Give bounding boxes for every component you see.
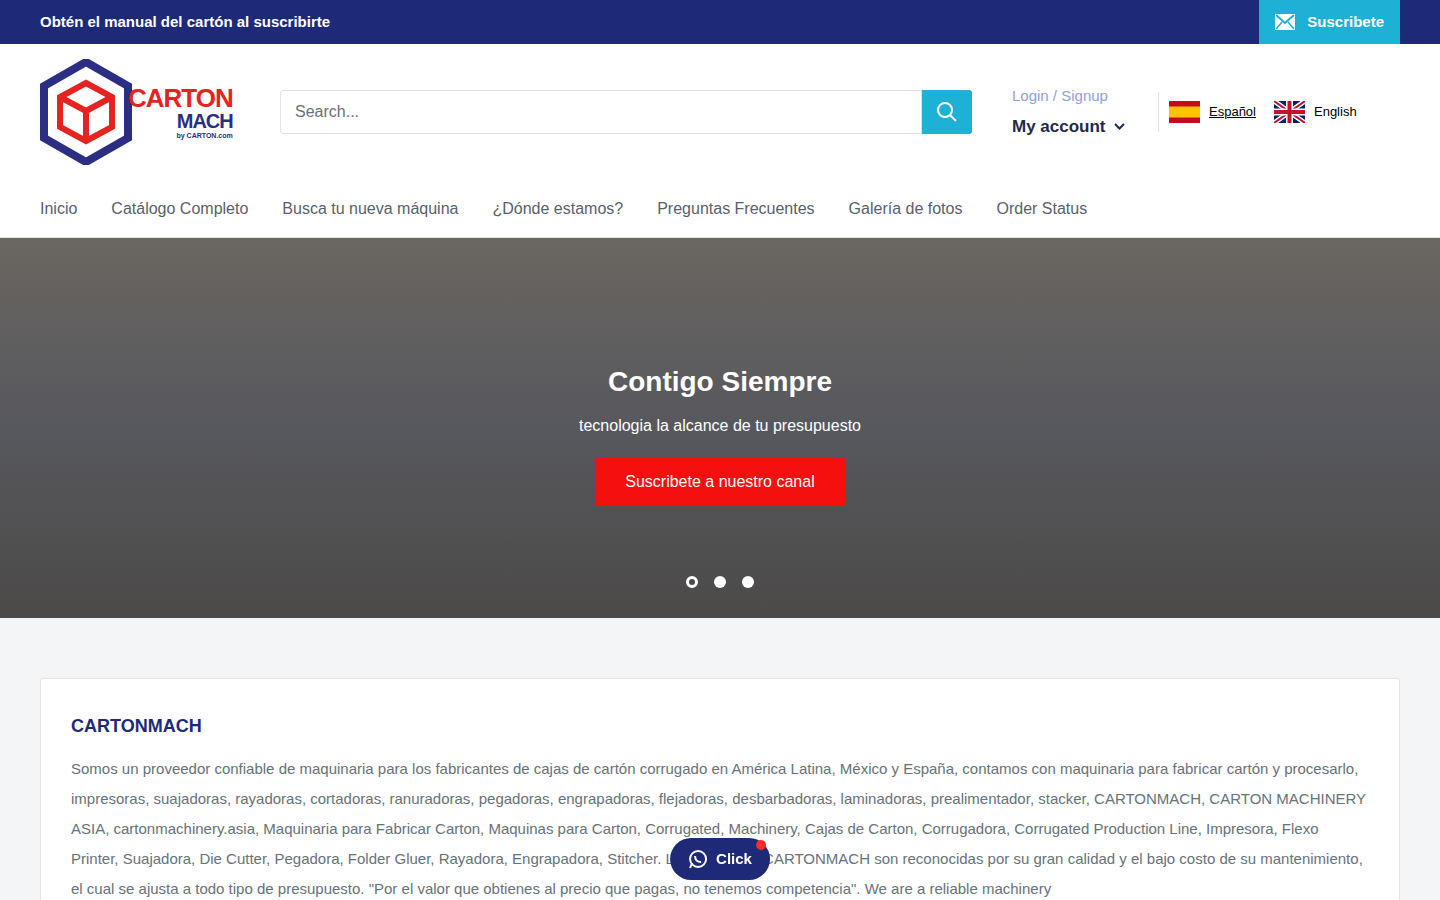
nav-link[interactable]: Busca tu nueva máquina	[282, 197, 458, 221]
spain-flag-icon	[1169, 101, 1200, 123]
whatsapp-button[interactable]: Click	[670, 838, 770, 880]
hero-button[interactable]: Suscribete a nuestro canal	[595, 458, 844, 506]
cube-logo-icon	[40, 59, 132, 165]
header: CARTON MACH by CARTON.com Login / Signup…	[0, 44, 1440, 180]
logo-text: CARTON	[128, 85, 233, 111]
nav-link[interactable]: Preguntas Frecuentes	[657, 197, 814, 221]
login-link[interactable]: Login / Signup	[1012, 85, 1142, 108]
uk-flag-icon	[1274, 101, 1305, 123]
language-switcher: Español English	[1169, 101, 1357, 123]
nav-link[interactable]: Catálogo Completo	[111, 197, 248, 221]
whatsapp-icon	[688, 849, 708, 869]
nav-link[interactable]: ¿Dónde estamos?	[492, 197, 623, 221]
slider-dot[interactable]	[686, 576, 698, 588]
main-nav: Inicio Catálogo Completo Busca tu nueva má…	[0, 180, 1440, 238]
logo[interactable]: CARTON MACH by CARTON.com	[40, 59, 240, 165]
search-input[interactable]	[280, 90, 922, 134]
subscribe-button[interactable]: Suscribete	[1259, 0, 1400, 44]
mail-icon	[1275, 14, 1295, 30]
search-icon	[936, 101, 958, 123]
language-option[interactable]: Español	[1169, 101, 1256, 123]
hero-slider: Contigo Siempre tecnologia la alcance de…	[0, 238, 1440, 618]
account-menu[interactable]: My account	[1012, 114, 1142, 140]
nav-link[interactable]: Galería de fotos	[849, 197, 963, 221]
announcement-bar: Obtén el manual del cartón al suscribirt…	[0, 0, 1440, 44]
hero-subtitle: tecnologia la alcance de tu presupuesto	[579, 414, 861, 438]
about-title: CARTONMACH	[71, 713, 1369, 740]
slider-dot[interactable]	[742, 576, 754, 588]
language-option[interactable]: English	[1274, 101, 1357, 123]
search-button[interactable]	[922, 90, 972, 134]
slider-dots	[686, 576, 754, 588]
slider-dot[interactable]	[714, 576, 726, 588]
logo-byline: by CARTON.com	[176, 132, 232, 139]
hero-title: Contigo Siempre	[608, 364, 832, 400]
logo-text: MACH	[177, 111, 233, 131]
account[interactable]: Login / Signup My account	[1012, 85, 1142, 139]
search-bar	[280, 90, 972, 134]
unread-dot	[756, 840, 766, 850]
nav-link[interactable]: Order Status	[996, 197, 1087, 221]
nav-link[interactable]: Inicio	[40, 197, 77, 221]
announcement-text: Obtén el manual del cartón al suscribirt…	[40, 11, 330, 34]
chevron-down-icon	[1114, 123, 1125, 130]
